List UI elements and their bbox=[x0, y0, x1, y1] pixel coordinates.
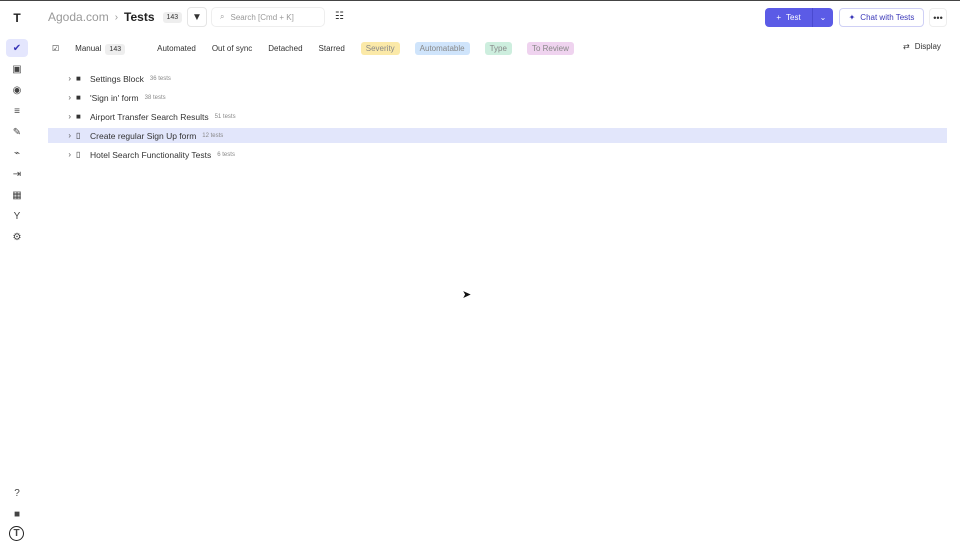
tab-out-of-sync[interactable]: Out of sync bbox=[212, 44, 252, 53]
tab-manual-label: Manual bbox=[75, 43, 102, 53]
new-test-button[interactable]: + Test ⌄ bbox=[765, 8, 833, 27]
tests-count-badge: 143 bbox=[162, 11, 183, 23]
sidebar-import-icon[interactable]: ⇥ bbox=[6, 165, 28, 183]
row-count: 51 tests bbox=[214, 113, 236, 120]
row-name: Hotel Search Functionality Tests bbox=[90, 149, 212, 160]
display-label: Display bbox=[914, 42, 941, 51]
filter-icon: ▼ bbox=[192, 11, 202, 23]
display-button[interactable]: ⇄ Display bbox=[903, 42, 941, 51]
row-name: Settings Block bbox=[90, 73, 144, 84]
breadcrumb-separator: › bbox=[114, 11, 119, 23]
help-icon[interactable]: ? bbox=[6, 484, 28, 502]
chevron-right-icon[interactable]: › bbox=[48, 131, 76, 140]
display-icon: ⇄ bbox=[903, 42, 910, 51]
filter-button[interactable]: ▼ bbox=[187, 7, 207, 27]
search-icon: ⌕ bbox=[220, 12, 225, 21]
folder-icon: ■ bbox=[76, 112, 81, 121]
tree-row[interactable]: › ■ Settings Block 36 tests bbox=[48, 71, 947, 86]
filter-bar: ☑ Manual 143 Automated Out of sync Detach… bbox=[52, 41, 590, 55]
tab-detached[interactable]: Detached bbox=[268, 44, 302, 53]
sidebar-edit-icon[interactable]: ✎ bbox=[6, 123, 28, 141]
sidebar-play-icon[interactable]: ◉ bbox=[6, 81, 28, 99]
row-count: 12 tests bbox=[202, 132, 224, 139]
projects-icon[interactable]: ■ bbox=[6, 505, 28, 523]
suite-file-icon: ▯ bbox=[76, 131, 81, 140]
tree-row[interactable]: › ▯ Hotel Search Functionality Tests 6 test… bbox=[48, 147, 947, 162]
tab-manual[interactable]: Manual 143 bbox=[75, 43, 141, 55]
mouse-cursor-icon: ➤ bbox=[462, 289, 472, 301]
row-count: 38 tests bbox=[144, 94, 166, 101]
manual-count-badge: 143 bbox=[105, 43, 126, 55]
user-logo-icon[interactable]: T bbox=[9, 526, 24, 541]
select-mode-icon[interactable]: ☑ bbox=[52, 44, 59, 53]
breadcrumb-project[interactable]: Agoda.com bbox=[48, 10, 109, 24]
plus-icon: + bbox=[776, 13, 781, 22]
folder-icon: ■ bbox=[76, 93, 81, 102]
sidebar-analytics-icon[interactable]: ▦ bbox=[6, 186, 28, 204]
sidebar-activity-icon[interactable]: ⌁ bbox=[6, 144, 28, 162]
search-input[interactable]: ⌕ Search [Cmd + K] bbox=[211, 7, 325, 27]
row-name: 'Sign in' form bbox=[90, 92, 139, 103]
tab-automated[interactable]: Automated bbox=[157, 44, 196, 53]
sidebar-runs-icon[interactable]: ▣ bbox=[6, 60, 28, 78]
tree-row[interactable]: › ■ 'Sign in' form 38 tests bbox=[48, 90, 947, 105]
row-count: 6 tests bbox=[217, 151, 235, 158]
tree-row-selected[interactable]: › ▯ Create regular Sign Up form 12 tests bbox=[48, 128, 947, 143]
folder-icon: ■ bbox=[76, 74, 81, 83]
to-review-filter[interactable]: To Review bbox=[526, 41, 574, 55]
sparkle-icon: ✦ bbox=[848, 13, 856, 22]
new-test-main[interactable]: + Test bbox=[765, 8, 813, 27]
page-title: Tests bbox=[124, 10, 155, 24]
sliders-icon[interactable]: ☷ bbox=[335, 11, 344, 22]
sidebar-tests-icon[interactable]: ✔ bbox=[6, 39, 28, 57]
chat-label: Chat with Tests bbox=[860, 13, 915, 22]
chat-with-tests-button[interactable]: ✦ Chat with Tests bbox=[839, 8, 924, 27]
row-name: Airport Transfer Search Results bbox=[90, 111, 209, 122]
chevron-right-icon[interactable]: › bbox=[48, 74, 76, 83]
search-placeholder: Search [Cmd + K] bbox=[230, 12, 294, 22]
suite-file-icon: ▯ bbox=[76, 150, 81, 159]
new-test-label: Test bbox=[786, 13, 801, 22]
sidebar-settings-icon[interactable]: ⚙ bbox=[6, 228, 28, 246]
sidebar: T ✔ ▣ ◉ ≡ ✎ ⌁ ⇥ ▦ Y ⚙ ? ■ T bbox=[0, 1, 33, 542]
app-logo[interactable]: T bbox=[6, 9, 28, 27]
automatable-filter[interactable]: Automatable bbox=[414, 41, 470, 55]
chevron-right-icon[interactable]: › bbox=[48, 93, 76, 102]
row-name: Create regular Sign Up form bbox=[90, 130, 197, 141]
breadcrumb: Agoda.com › Tests 143 bbox=[48, 10, 183, 24]
sidebar-branches-icon[interactable]: Y bbox=[6, 207, 28, 225]
sidebar-plans-icon[interactable]: ≡ bbox=[6, 102, 28, 120]
tab-starred[interactable]: Starred bbox=[319, 44, 345, 53]
more-options-button[interactable]: ••• bbox=[929, 8, 947, 27]
chevron-right-icon[interactable]: › bbox=[48, 112, 76, 121]
tree-row[interactable]: › ■ Airport Transfer Search Results 51 test… bbox=[48, 109, 947, 124]
severity-filter[interactable]: Severity bbox=[360, 41, 400, 55]
chevron-down-icon[interactable]: ⌄ bbox=[813, 13, 833, 22]
type-filter[interactable]: Type bbox=[484, 41, 512, 55]
row-count: 36 tests bbox=[149, 75, 171, 82]
chevron-right-icon[interactable]: › bbox=[48, 150, 76, 159]
